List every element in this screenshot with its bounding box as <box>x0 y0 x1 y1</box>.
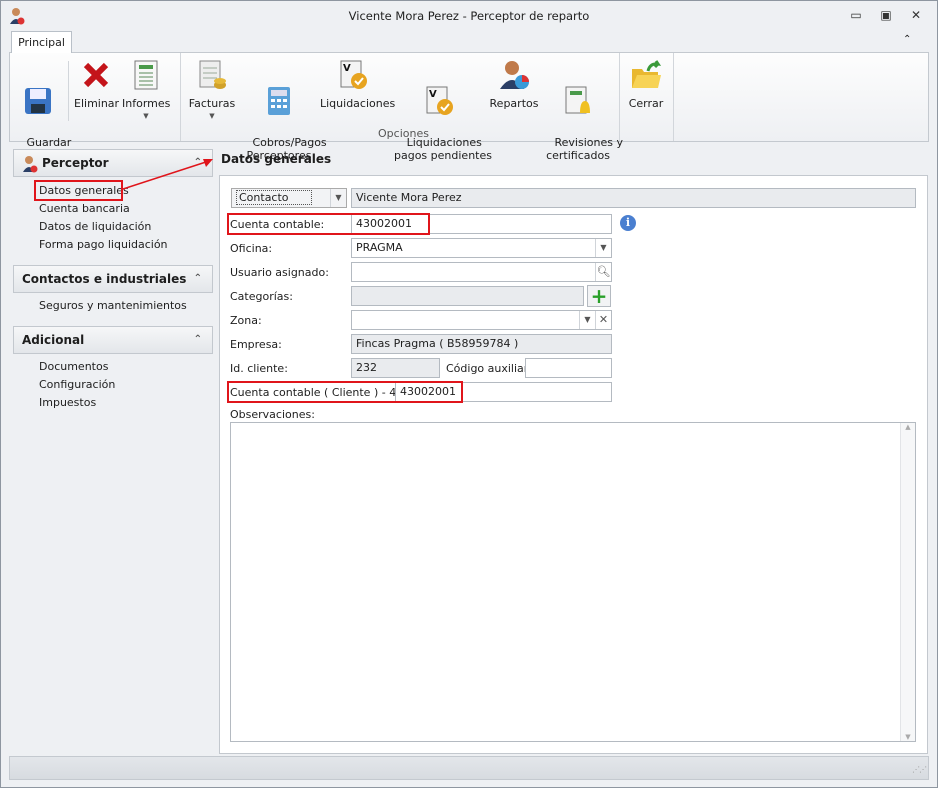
eliminar-button[interactable]: Eliminar <box>74 59 119 110</box>
tab-principal[interactable]: Principal <box>11 31 72 53</box>
observaciones-textarea[interactable]: ▲ ▼ <box>230 422 916 742</box>
scroll-down-icon[interactable]: ▼ <box>901 733 915 741</box>
group-separator <box>180 53 181 141</box>
empresa-field: Fincas Pragma ( B58959784 ) <box>351 334 612 354</box>
svg-text:V: V <box>429 89 437 100</box>
clear-x-icon[interactable]: ✕ <box>595 311 611 329</box>
nav-cuenta-bancaria[interactable]: Cuenta bancaria <box>39 202 130 215</box>
cuenta-cliente-input[interactable]: 43002001 <box>395 382 612 402</box>
invoice-coins-icon <box>196 59 228 91</box>
search-icon[interactable]: 🔍︎ <box>595 263 611 281</box>
report-bell-icon <box>562 85 594 117</box>
cuenta-cliente-label: Cuenta contable ( Cliente ) - 430: <box>230 386 414 399</box>
zona-label: Zona: <box>230 314 262 327</box>
ribbon-group-label: Opciones <box>378 127 429 140</box>
scroll-up-icon[interactable]: ▲ <box>901 423 915 431</box>
oficina-label: Oficina: <box>230 242 273 255</box>
user-chart-icon <box>498 59 530 91</box>
cuenta-contable-input[interactable]: 43002001 <box>351 214 612 234</box>
usuario-input[interactable]: 🔍︎ <box>351 262 612 282</box>
facturas-button[interactable]: Facturas ▼ <box>188 59 236 123</box>
svg-text:V: V <box>343 63 351 74</box>
folder-exit-icon <box>630 59 662 91</box>
ribbon: Guardar y cerrar Eliminar Informes▼ Fact… <box>9 52 929 162</box>
close-button[interactable]: ✕ <box>906 8 926 24</box>
cerrar-button[interactable]: Cerrar <box>624 59 668 110</box>
scrollbar[interactable]: ▲ ▼ <box>900 423 915 741</box>
navigation-panel: Perceptor ⌃ Datos generales Cuenta bancar… <box>13 149 213 754</box>
form-panel: Contacto ▼ Vicente Mora Perez Cuenta cont… <box>219 175 928 754</box>
nav-seguros[interactable]: Seguros y mantenimientos <box>39 299 187 312</box>
dropdown-arrow-icon: ▼ <box>209 112 215 120</box>
codigo-auxiliar-label: Código auxiliar: <box>446 362 532 375</box>
dropdown-arrow-icon: ▼ <box>143 112 149 120</box>
usuario-label: Usuario asignado: <box>230 266 329 279</box>
id-cliente-field: 232 <box>351 358 440 378</box>
oficina-select[interactable]: PRAGMA ▼ <box>351 238 612 258</box>
report-icon <box>130 59 162 91</box>
empresa-label: Empresa: <box>230 338 282 351</box>
codigo-auxiliar-input[interactable] <box>525 358 612 378</box>
add-category-plus-icon[interactable]: + <box>587 285 611 307</box>
status-bar: ⋰⋰ <box>9 756 929 780</box>
resize-grip-icon[interactable]: ⋰⋰ <box>912 765 927 774</box>
nav-datos-generales[interactable]: Datos generales <box>39 184 129 197</box>
separator <box>68 61 69 121</box>
certificate-check-icon: V <box>337 59 369 91</box>
categorias-field[interactable] <box>351 286 584 306</box>
liquidaciones-pendientes-button[interactable]: V Liquidaciones pagos pendientes <box>394 59 492 162</box>
window-title: Vicente Mora Perez - Perceptor de repart… <box>348 9 590 23</box>
observaciones-label: Observaciones: <box>230 408 315 421</box>
dropdown-arrow-icon[interactable]: ▼ <box>595 239 611 257</box>
nav-impuestos[interactable]: Impuestos <box>39 396 96 409</box>
revisiones-button[interactable]: Revisiones y certificados <box>544 59 623 162</box>
contact-type-select[interactable]: Contacto ▼ <box>231 188 347 208</box>
maximize-button[interactable]: ▣ <box>876 8 896 24</box>
dropdown-arrow-icon[interactable]: ▼ <box>330 189 346 207</box>
collapse-chevron-icon[interactable]: ⌃ <box>194 266 202 292</box>
annotation-arrow <box>122 159 213 190</box>
collapse-chevron-icon[interactable]: ⌃ <box>194 327 202 353</box>
section-adicional-header[interactable]: Adicional ⌃ <box>13 326 213 354</box>
guardar-button[interactable]: Guardar y cerrar <box>16 59 71 162</box>
nav-forma-pago[interactable]: Forma pago liquidación <box>39 238 168 251</box>
nav-configuracion[interactable]: Configuración <box>39 378 115 391</box>
group-separator <box>673 53 674 141</box>
collapse-ribbon-button[interactable]: ⌃ <box>903 34 911 45</box>
calculator-icon <box>263 85 295 117</box>
cuenta-contable-label: Cuenta contable: <box>230 218 325 231</box>
dropdown-arrow-icon[interactable]: ▼ <box>579 311 595 329</box>
cobros-pagos-button[interactable]: Cobros/Pagos Perceptores <box>242 59 327 162</box>
save-icon <box>22 85 54 117</box>
page-title: Datos generales <box>221 152 332 166</box>
repartos-button[interactable]: Repartos <box>488 59 540 110</box>
id-cliente-label: Id. cliente: <box>230 362 288 375</box>
app-window: Vicente Mora Perez - Perceptor de repart… <box>0 0 938 788</box>
section-contactos-header[interactable]: Contactos e industriales ⌃ <box>13 265 213 293</box>
minimize-button[interactable]: ▭ <box>846 8 866 24</box>
group-separator <box>619 53 620 141</box>
info-icon[interactable]: i <box>620 215 636 231</box>
zona-select[interactable]: ▼ ✕ <box>351 310 612 330</box>
contact-name-field: Vicente Mora Perez <box>351 188 916 208</box>
delete-x-icon <box>80 59 112 91</box>
title-bar: Vicente Mora Perez - Perceptor de repart… <box>1 1 937 31</box>
nav-datos-liquidacion[interactable]: Datos de liquidación <box>39 220 151 233</box>
categorias-label: Categorías: <box>230 290 293 303</box>
user-icon <box>23 156 38 173</box>
certificate-check-icon: V <box>423 85 455 117</box>
nav-documentos[interactable]: Documentos <box>39 360 108 373</box>
informes-button[interactable]: Informes ▼ <box>122 59 170 123</box>
liquidaciones-button[interactable]: V Liquidaciones <box>320 59 395 110</box>
